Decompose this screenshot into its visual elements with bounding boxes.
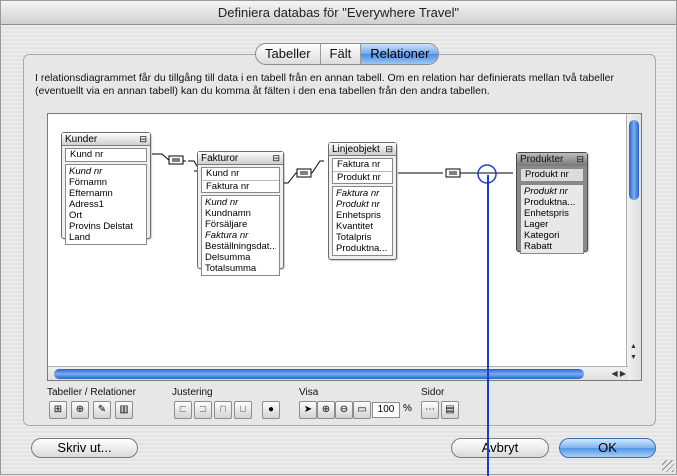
field-item[interactable]: Försäljare	[205, 219, 276, 230]
align-top-icon[interactable]: ⊓	[214, 401, 232, 419]
add-table-icon[interactable]: ⊞	[49, 401, 67, 419]
field-item[interactable]: Ort	[69, 210, 143, 221]
zoom-unit-label: %	[403, 403, 412, 414]
field-item[interactable]: Delsumma	[205, 252, 276, 263]
field-item[interactable]: Faktura nr	[205, 230, 276, 241]
table-menu-icon[interactable]: ⊟	[272, 152, 280, 165]
toolbar-group-label: Tabeller / Relationer	[47, 387, 136, 398]
field-item[interactable]: Totalpris	[336, 232, 389, 243]
cancel-button[interactable]: Avbryt	[451, 438, 549, 458]
table-menu-icon[interactable]: ⊟	[385, 143, 393, 156]
key-fields: Kund nr	[65, 148, 147, 162]
field-item[interactable]: Beställningsdat...	[205, 241, 276, 252]
tab-bar: Tabeller Fält Relationer	[255, 43, 440, 65]
field-item[interactable]: Efternamn	[69, 188, 143, 199]
field-item[interactable]: Land	[69, 232, 143, 243]
scroll-thumb[interactable]	[54, 369, 584, 379]
field-list: Faktura nr Produkt nr Enhetspris Kvantit…	[332, 186, 393, 256]
field-list: Kund nr Kundnamn Försäljare Faktura nr B…	[201, 195, 280, 276]
field-item[interactable]: Kund nr	[69, 166, 143, 177]
tab-relationer[interactable]: Relationer	[361, 44, 439, 64]
field-item[interactable]: Produktna...	[524, 197, 580, 208]
field-item[interactable]: Totalsumma	[205, 263, 276, 274]
field-item[interactable]: Lager	[524, 219, 580, 230]
dialog-window: Definiera databas för "Everywhere Travel…	[0, 0, 677, 476]
horizontal-scrollbar[interactable]: ◀ ▶	[48, 366, 628, 380]
scroll-up-icon[interactable]: ▲	[630, 343, 637, 350]
scroll-arrows-icon[interactable]: ◀ ▶	[611, 367, 626, 380]
table-kunder[interactable]: Kunder ⊟ Kund nr Kund nr Förnamn Efternam…	[61, 132, 151, 245]
key-fields: Produkt nr	[520, 168, 584, 182]
field-item[interactable]: Faktura nr	[336, 188, 389, 199]
align-left-icon[interactable]: ⊏	[174, 401, 192, 419]
scroll-thumb[interactable]	[629, 120, 639, 200]
edit-icon[interactable]: ✎	[93, 401, 111, 419]
field-item[interactable]: Provins Delstat	[69, 221, 143, 232]
print-button[interactable]: Skriv ut...	[31, 438, 138, 458]
field-item[interactable]: Kategori	[524, 230, 580, 241]
align-bottom-icon[interactable]: ⊔	[234, 401, 252, 419]
drag-guide-line	[487, 175, 489, 476]
add-relation-icon[interactable]: ⊕	[71, 401, 89, 419]
zoom-in-icon[interactable]: ⊕	[317, 401, 335, 419]
key-field[interactable]: Faktura nr	[202, 180, 279, 192]
field-item[interactable]: Produkt nr	[524, 186, 580, 197]
table-title: Kunder	[65, 134, 98, 145]
field-item[interactable]: Enhetspris	[336, 210, 389, 221]
table-menu-icon[interactable]: ⊟	[576, 153, 584, 166]
field-item[interactable]: Produkt nr	[336, 199, 389, 210]
page-grid-icon[interactable]: ⋯	[421, 401, 439, 419]
key-field[interactable]: Produkt nr	[333, 171, 392, 183]
key-field[interactable]: Kund nr	[202, 168, 279, 180]
field-list: Produkt nr Produktna... Enhetspris Lager…	[520, 184, 584, 254]
field-item[interactable]: Rabatt	[524, 241, 580, 252]
key-field[interactable]: Kund nr	[66, 149, 146, 161]
field-item[interactable]: Kundnamn	[205, 208, 276, 219]
color-picker-icon[interactable]: ●	[262, 401, 280, 419]
toolbar-group-label: Visa	[299, 387, 319, 398]
table-linjeobjekt[interactable]: Linjeobjekt ⊟ Faktura nr Produkt nr Faktu…	[328, 142, 397, 260]
align-center-icon[interactable]: ⊐	[194, 401, 212, 419]
field-item[interactable]: Adress1	[69, 199, 143, 210]
table-title: Fakturor	[201, 153, 239, 164]
toolbar-group-label: Sidor	[421, 387, 445, 398]
zoom-out-icon[interactable]: ⊖	[335, 401, 353, 419]
field-item[interactable]: Kund nr	[205, 197, 276, 208]
table-title: Linjeobjekt	[332, 144, 380, 155]
field-item[interactable]: Kvantitet	[336, 221, 389, 232]
table-menu-icon[interactable]: ⊟	[139, 133, 147, 146]
table-fakturor[interactable]: Fakturor ⊟ Kund nr Faktura nr Kund nr Kun…	[197, 151, 284, 276]
field-list: Kund nr Förnamn Efternamn Adress1 Ort Pr…	[65, 164, 147, 245]
relationship-diagram[interactable]: Kunder ⊟ Kund nr Kund nr Förnamn Efternam…	[47, 113, 642, 381]
vertical-scrollbar[interactable]: ▲ ▼	[626, 114, 641, 380]
key-field[interactable]: Faktura nr	[333, 159, 392, 171]
key-fields: Kund nr Faktura nr	[201, 167, 280, 193]
tab-tabeller[interactable]: Tabeller	[256, 44, 321, 64]
pointer-icon[interactable]: ➤	[299, 401, 317, 419]
delete-icon[interactable]: ▥	[115, 401, 133, 419]
table-produkter[interactable]: Produkter ⊟ Produkt nr Produkt nr Produkt…	[516, 152, 588, 254]
tab-falt[interactable]: Fält	[321, 44, 362, 64]
fit-view-icon[interactable]: ▭	[353, 401, 371, 419]
resize-grip-icon[interactable]	[662, 460, 674, 472]
key-fields: Faktura nr Produkt nr	[332, 158, 393, 184]
page-setup-icon[interactable]: ▤	[441, 401, 459, 419]
scroll-down-icon[interactable]: ▼	[630, 354, 637, 361]
zoom-level-field[interactable]: 100	[372, 402, 400, 418]
field-item[interactable]: Enhetspris	[524, 208, 580, 219]
field-item[interactable]: Förnamn	[69, 177, 143, 188]
key-field[interactable]: Produkt nr	[521, 169, 583, 181]
toolbar-group-label: Justering	[172, 387, 213, 398]
table-title: Produkter	[520, 154, 564, 165]
description-text: I relationsdiagrammet får du tillgång ti…	[35, 72, 614, 97]
field-item[interactable]: Produktna...	[336, 243, 389, 254]
window-title: Definiera databas för "Everywhere Travel…	[1, 1, 676, 25]
ok-button[interactable]: OK	[559, 438, 656, 458]
